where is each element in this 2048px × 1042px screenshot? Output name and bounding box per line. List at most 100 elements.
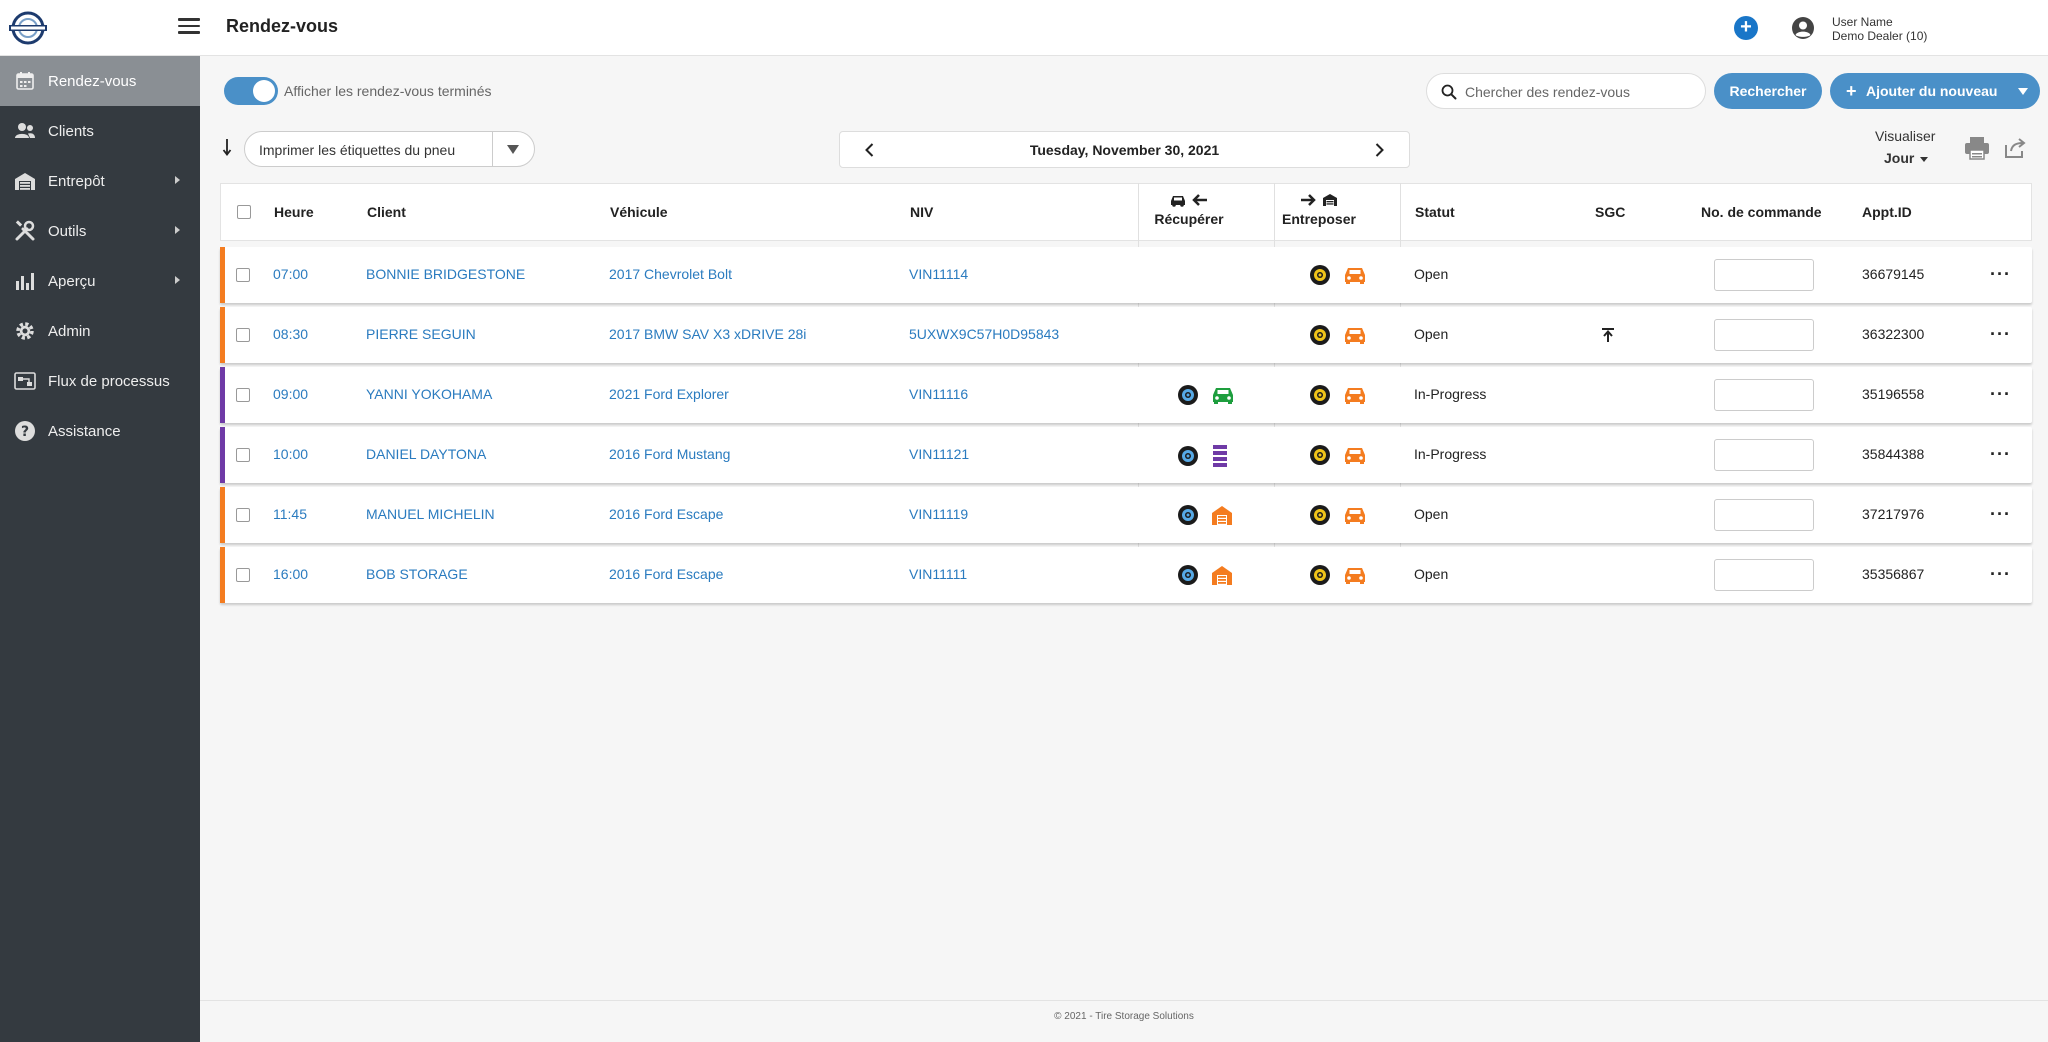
order-number-input[interactable]	[1714, 259, 1814, 291]
tire-storage-logo[interactable]	[7, 11, 49, 45]
sidebar-item-assistance[interactable]: ? Assistance	[0, 406, 200, 456]
row-time[interactable]: 08:30	[273, 326, 308, 342]
quick-add-button[interactable]: +	[1734, 16, 1758, 40]
show-completed-toggle[interactable]	[224, 77, 278, 105]
row-checkbox[interactable]	[236, 568, 250, 582]
print-select-label: Imprimer les étiquettes du pneu	[259, 142, 456, 158]
plus-icon: +	[1846, 81, 1857, 101]
order-number-input[interactable]	[1714, 559, 1814, 591]
row-vin[interactable]: VIN11116	[909, 386, 968, 402]
export-icon[interactable]	[2003, 136, 2027, 160]
sidebar-item-flux[interactable]: Flux de processus	[0, 356, 200, 406]
column-heure[interactable]: Heure	[274, 204, 314, 220]
row-actions-menu[interactable]: ···	[1990, 385, 2011, 403]
sidebar-item-entrepot[interactable]: Entrepôt	[0, 156, 200, 206]
column-commande[interactable]: No. de commande	[1701, 204, 1822, 220]
sidebar-item-outils[interactable]: Outils	[0, 206, 200, 256]
sidebar-item-label: Clients	[48, 122, 94, 140]
row-checkbox[interactable]	[236, 268, 250, 282]
user-avatar-icon[interactable]	[1791, 16, 1815, 40]
column-niv[interactable]: NIV	[910, 204, 933, 220]
table-row[interactable]: 09:00 YANNI YOKOHAMA 2021 Ford Explorer …	[220, 367, 2032, 423]
row-time[interactable]: 16:00	[273, 566, 308, 582]
caret-down-icon[interactable]	[507, 145, 519, 154]
row-status: Open	[1414, 266, 1449, 282]
select-all-checkbox[interactable]	[237, 205, 251, 219]
row-vehicle[interactable]: 2016 Ford Mustang	[609, 446, 730, 462]
user-dealer[interactable]: Demo Dealer (10)	[1832, 29, 1927, 43]
search-box[interactable]	[1426, 73, 1706, 109]
sidebar-item-rendez-vous[interactable]: Rendez-vous	[0, 56, 200, 106]
row-client[interactable]: DANIEL DAYTONA	[366, 446, 486, 462]
table-row[interactable]: 11:45 MANUEL MICHELIN 2016 Ford Escape V…	[220, 487, 2032, 543]
row-vin[interactable]: 5UXWX9C57H0D95843	[909, 326, 1059, 342]
sidebar-item-label: Entrepôt	[48, 172, 105, 190]
table-row[interactable]: 16:00 BOB STORAGE 2016 Ford Escape VIN11…	[220, 547, 2032, 603]
column-vehicule[interactable]: Véhicule	[610, 204, 668, 220]
column-sgc[interactable]: SGC	[1595, 204, 1625, 220]
search-input[interactable]	[1465, 81, 1695, 103]
row-vehicle[interactable]: 2016 Ford Escape	[609, 506, 723, 522]
row-client[interactable]: BOB STORAGE	[366, 566, 468, 582]
column-statut[interactable]: Statut	[1415, 204, 1455, 220]
column-recuperer-label: Récupérer	[1154, 211, 1224, 227]
view-select[interactable]: Jour	[1884, 150, 1929, 166]
row-time[interactable]: 10:00	[273, 446, 308, 462]
row-checkbox[interactable]	[236, 328, 250, 342]
row-actions-menu[interactable]: ···	[1990, 265, 2011, 283]
chevron-down-icon[interactable]	[2018, 88, 2028, 95]
row-actions-menu[interactable]: ···	[1990, 445, 2011, 463]
row-actions-menu[interactable]: ···	[1990, 325, 2011, 343]
storage-car-icon	[1345, 328, 1365, 344]
view-value: Jour	[1884, 150, 1915, 166]
row-vin[interactable]: VIN11114	[909, 266, 968, 282]
row-appt-id: 36679145	[1862, 266, 1925, 282]
upload-icon[interactable]	[1601, 327, 1615, 343]
table-row[interactable]: 07:00 BONNIE BRIDGESTONE 2017 Chevrolet …	[220, 247, 2032, 303]
row-vin[interactable]: VIN11121	[909, 446, 969, 462]
row-time[interactable]: 11:45	[273, 506, 307, 522]
printer-icon[interactable]	[1964, 136, 1990, 160]
row-vin[interactable]: VIN11119	[909, 506, 968, 522]
column-entreposer[interactable]: Entreposer	[1269, 193, 1369, 227]
print-tire-labels-select[interactable]: Imprimer les étiquettes du pneu	[244, 131, 535, 167]
row-checkbox[interactable]	[236, 388, 250, 402]
search-button[interactable]: Rechercher	[1714, 73, 1822, 109]
order-number-input[interactable]	[1714, 439, 1814, 471]
order-number-input[interactable]	[1714, 379, 1814, 411]
sort-icon[interactable]	[222, 138, 232, 156]
menu-toggle-icon[interactable]	[178, 18, 200, 36]
add-new-button[interactable]: + Ajouter du nouveau	[1830, 73, 2040, 109]
workflow-icon	[14, 370, 36, 392]
row-vehicle[interactable]: 2016 Ford Escape	[609, 566, 723, 582]
order-number-input[interactable]	[1714, 319, 1814, 351]
row-actions-menu[interactable]: ···	[1990, 565, 2011, 583]
user-name[interactable]: User Name	[1832, 15, 1893, 29]
row-client[interactable]: MANUEL MICHELIN	[366, 506, 495, 522]
column-client[interactable]: Client	[367, 204, 406, 220]
sidebar-item-admin[interactable]: Admin	[0, 306, 200, 356]
sidebar-item-clients[interactable]: Clients	[0, 106, 200, 156]
column-recuperer[interactable]: Récupérer	[1139, 193, 1239, 227]
row-vehicle[interactable]: 2021 Ford Explorer	[609, 386, 729, 402]
chevron-right-icon[interactable]	[1369, 140, 1389, 160]
row-client[interactable]: PIERRE SEGUIN	[366, 326, 476, 342]
row-appt-id: 35844388	[1862, 446, 1925, 462]
column-apptid[interactable]: Appt.ID	[1862, 204, 1912, 220]
row-checkbox[interactable]	[236, 448, 250, 462]
table-row[interactable]: 08:30 PIERRE SEGUIN 2017 BMW SAV X3 xDRI…	[220, 307, 2032, 363]
chevron-right-icon	[175, 276, 180, 284]
sidebar-item-apercu[interactable]: Aperçu	[0, 256, 200, 306]
row-vehicle[interactable]: 2017 BMW SAV X3 xDRIVE 28i	[609, 326, 806, 342]
storage-tire-icon	[1310, 505, 1330, 525]
row-actions-menu[interactable]: ···	[1990, 505, 2011, 523]
row-time[interactable]: 09:00	[273, 386, 308, 402]
row-time[interactable]: 07:00	[273, 266, 308, 282]
row-client[interactable]: YANNI YOKOHAMA	[366, 386, 492, 402]
row-vin[interactable]: VIN11111	[909, 566, 967, 582]
row-vehicle[interactable]: 2017 Chevrolet Bolt	[609, 266, 732, 282]
row-client[interactable]: BONNIE BRIDGESTONE	[366, 266, 525, 282]
table-row[interactable]: 10:00 DANIEL DAYTONA 2016 Ford Mustang V…	[220, 427, 2032, 483]
order-number-input[interactable]	[1714, 499, 1814, 531]
row-checkbox[interactable]	[236, 508, 250, 522]
